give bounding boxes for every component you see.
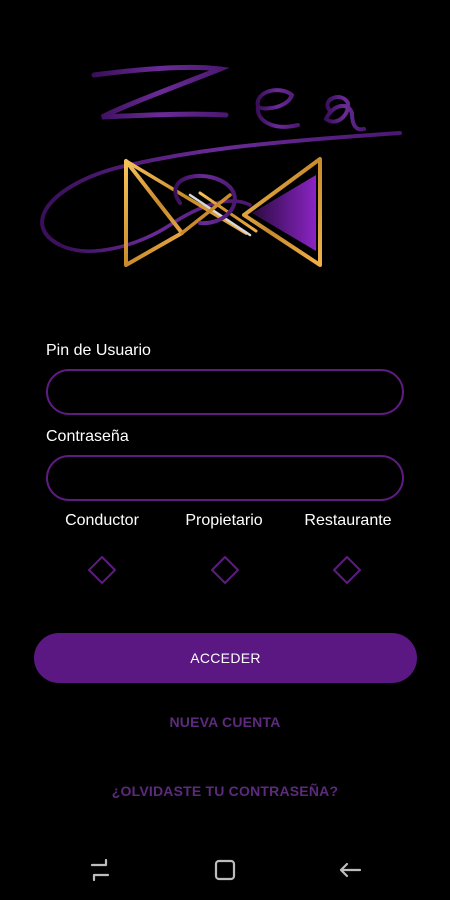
forgot-password-link[interactable]: ¿OLVIDASTE TU CONTRASEÑA? [0,783,450,799]
recents-icon[interactable] [84,854,116,886]
brand-logo [40,64,402,267]
system-navbar [0,840,450,900]
pin-label: Pin de Usuario [46,342,151,359]
role-label-propietario: Propietario [185,512,263,529]
acceder-button[interactable]: ACCEDER [34,633,417,683]
role-checkbox-propietario[interactable] [211,556,239,584]
role-checkbox-conductor[interactable] [88,556,116,584]
password-input[interactable] [46,455,404,501]
role-checkbox-restaurante[interactable] [333,556,361,584]
role-label-conductor: Conductor [65,512,139,529]
password-label: Contraseña [46,428,129,445]
back-icon[interactable] [334,854,366,886]
new-account-link[interactable]: NUEVA CUENTA [0,714,450,730]
pin-input[interactable] [46,369,404,415]
role-label-restaurante: Restaurante [304,512,392,529]
home-icon[interactable] [209,854,241,886]
